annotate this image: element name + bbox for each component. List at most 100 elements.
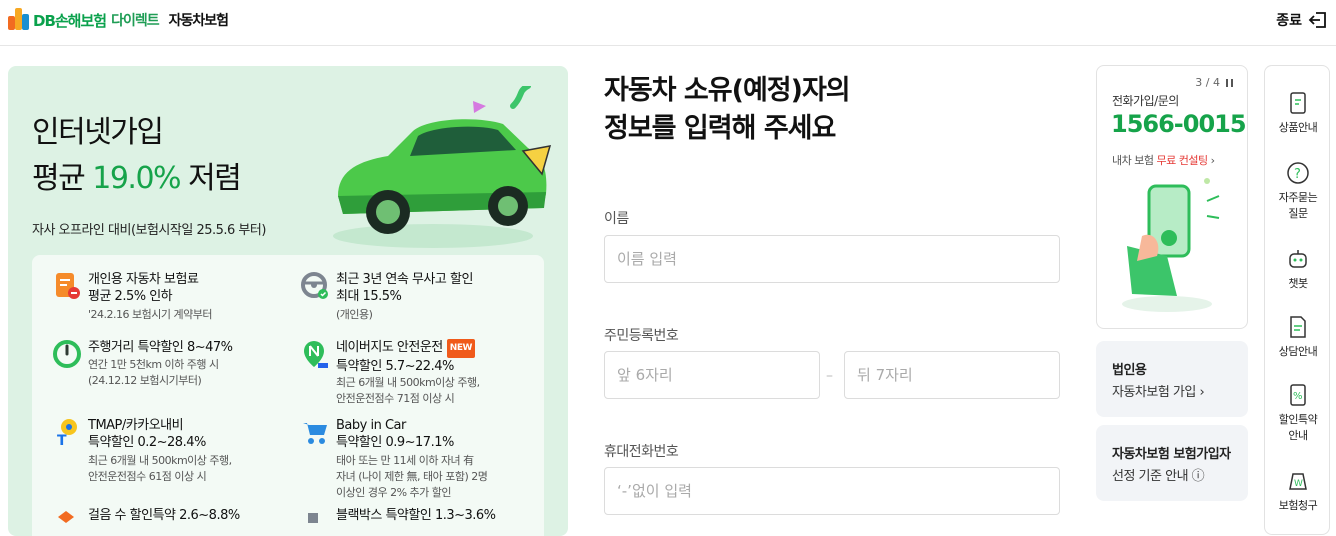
document-discount-icon — [56, 273, 80, 299]
consult-doc-icon — [1290, 316, 1306, 338]
benefit-desc: (개인용) — [336, 308, 373, 321]
rrn-back-input[interactable] — [844, 351, 1060, 399]
svg-text:?: ? — [1294, 167, 1301, 182]
nav-item-claim[interactable]: W 보험청구 — [1265, 468, 1331, 514]
chatbot-icon — [1289, 250, 1307, 268]
benefit-title-text: 네이버지도 안전운전 — [336, 340, 443, 355]
benefit-desc: 태아 또는 만 11세 이하 자녀 有 자녀 (나이 제한 無, 태아 포함) … — [336, 454, 488, 499]
call-label: 전화가입/문의 — [1112, 94, 1179, 108]
name-label: 이름 — [604, 211, 629, 227]
criteria-link[interactable]: 선정 기준 안내 ⓘ — [1112, 465, 1205, 484]
name-input[interactable] — [604, 235, 1060, 283]
promo-title-suffix: 저렴 — [188, 161, 242, 196]
benefit-item: Baby in Car 특약할인 0.9~17.1% 태아 또는 만 11세 이… — [300, 417, 540, 499]
claim-icon: W — [1289, 473, 1307, 490]
benefit-desc: 연간 1만 5천km 이하 주행 시 (24.12.12 보험시기부터) — [88, 358, 219, 387]
nav-label: 챗봇 — [1288, 277, 1308, 290]
benefit-title: 걸음 수 할인특약 2.6~8.8% — [88, 508, 240, 523]
benefit-title: Baby in Car 특약할인 0.9~17.1% — [336, 418, 454, 450]
promo-title-line1: 인터넷가입 — [32, 115, 164, 150]
nav-item-discount[interactable]: % 할인특약 안내 — [1265, 382, 1331, 444]
db-logo[interactable]: DB손해보험 다이렉트 자동차보험 — [8, 6, 229, 32]
exit-button[interactable]: 종료 — [1276, 10, 1328, 30]
svg-text:W: W — [1294, 479, 1303, 489]
benefit-title: TMAP/카카오내비 특약할인 0.2~28.4% — [88, 418, 206, 450]
benefit-title: 주행거리 특약할인 8~47% — [88, 340, 233, 355]
discount-icon: % — [1290, 384, 1306, 406]
criteria-info-box[interactable]: 자동차보험 보험가입자 선정 기준 안내 ⓘ — [1096, 425, 1248, 501]
svg-text:T: T — [57, 433, 67, 447]
phone-in-hand-illustration — [1122, 178, 1220, 312]
gauge-icon — [53, 340, 81, 368]
phone-inquiry-card: 3 / 4 전화가입/문의 1566-0015 내차 보험 무료 컨설팅 › — [1096, 65, 1248, 329]
form-title-line1: 자동차 소유(예정)자의 — [604, 75, 851, 106]
benefit-item: 블랙박스 특약할인 1.3~3.6% — [300, 507, 540, 536]
free-consulting-link[interactable]: 내차 보험 무료 컨설팅 › — [1112, 152, 1215, 168]
promo-discount-rate: 19.0% — [92, 161, 181, 196]
promo-panel: 인터넷가입 평균 19.0% 저렴 자사 오프라인 대비(보험시작일 25.5.… — [8, 66, 568, 536]
db-logo-icon — [8, 6, 30, 32]
pager-text: 3 / 4 — [1195, 76, 1220, 89]
promo-title: 인터넷가입 평균 19.0% 저렴 — [32, 110, 242, 202]
carousel-pager[interactable]: 3 / 4 — [1195, 76, 1233, 89]
benefit-item: 개인용 자동차 보험료 평균 2.5% 인하 '24.2.16 보험시기 계약부… — [52, 271, 292, 331]
nav-label: 상품안내 — [1278, 121, 1318, 134]
form-title-line2: 정보를 입력해 주세요 — [604, 113, 836, 144]
benefit-title: 최근 3년 연속 무사고 할인 최대 15.5% — [336, 272, 473, 304]
rrn-separator: – — [826, 368, 833, 384]
benefit-title: 개인용 자동차 보험료 평균 2.5% 인하 — [88, 272, 199, 304]
question-icon: ? — [1287, 162, 1309, 184]
walking-icon — [58, 511, 74, 523]
benefit-desc: 최근 6개월 내 500km이상 주행, 안전운전점수 71점 이상 시 — [336, 376, 480, 405]
new-badge: NEW — [446, 339, 475, 358]
benefit-title-text2: 특약할인 5.7~22.4% — [336, 359, 454, 374]
nav-label: 상담안내 — [1278, 345, 1318, 358]
corporate-heading: 법인용 — [1112, 363, 1147, 378]
nav-label: 할인특약 안내 — [1278, 413, 1318, 442]
promo-subtitle: 자사 오프라인 대비(보험시작일 25.5.6 부터) — [32, 223, 266, 238]
green-car-illustration — [333, 86, 552, 248]
criteria-heading: 자동차보험 보험가입자 — [1112, 447, 1231, 462]
top-header: DB손해보험 다이렉트 자동차보험 종료 — [0, 0, 1336, 46]
product-name: 자동차보험 — [168, 13, 229, 29]
product-guide-icon — [1290, 92, 1306, 114]
stroller-icon — [303, 423, 327, 444]
promo-title-line2: 평균 19.0% 저렴 — [32, 156, 242, 202]
benefit-title: 네이버지도 안전운전 NEW 특약할인 5.7~22.4% — [336, 339, 475, 375]
brand-name: DB손해보험 — [33, 11, 107, 30]
phone-input[interactable] — [604, 467, 1060, 515]
nav-label: 자주묻는 질문 — [1278, 191, 1318, 220]
benefit-title: 블랙박스 특약할인 1.3~3.6% — [336, 508, 496, 523]
benefit-item: 네이버지도 안전운전 NEW 특약할인 5.7~22.4% 최근 6개월 내 500… — [300, 339, 540, 407]
rrn-front-input[interactable] — [604, 351, 820, 399]
corporate-link[interactable]: 자동차보험 가입 › — [1112, 381, 1205, 400]
benefit-item: 최근 3년 연속 무사고 할인 최대 15.5% (개인용) — [300, 271, 540, 331]
chevron-right-icon: › — [1210, 154, 1215, 167]
naver-map-icon — [304, 341, 328, 368]
nav-label: 보험청구 — [1278, 499, 1318, 512]
benefit-desc: '24.2.16 보험시기 계약부터 — [88, 308, 212, 321]
exit-icon — [1308, 12, 1326, 28]
nav-item-faq[interactable]: ? 자주묻는 질문 — [1265, 160, 1331, 222]
benefit-desc: 최근 6개월 내 500km이상 주행, 안전운전점수 61점 이상 시 — [88, 454, 232, 483]
brand-direct: 다이렉트 — [111, 13, 160, 29]
nav-item-product-guide[interactable]: 상품안내 — [1265, 90, 1331, 136]
benefit-item: 주행거리 특약할인 8~47% 연간 1만 5천km 이하 주행 시 (24.1… — [52, 339, 292, 407]
dashcam-icon — [308, 513, 318, 523]
phone-label: 휴대전화번호 — [604, 444, 679, 460]
nav-item-consult[interactable]: 상담안내 — [1265, 314, 1331, 360]
form-title: 자동차 소유(예정)자의 정보를 입력해 주세요 — [604, 72, 851, 148]
nav-item-chatbot[interactable]: 챗봇 — [1265, 246, 1331, 292]
call-number[interactable]: 1566-0015 — [1111, 110, 1247, 138]
consult-highlight: 무료 컨설팅 — [1156, 154, 1208, 167]
svg-text:%: % — [1293, 391, 1303, 402]
pause-icon[interactable] — [1226, 78, 1233, 87]
corporate-signup-box[interactable]: 법인용 자동차보험 가입 › — [1096, 341, 1248, 417]
navigation-icon: T — [57, 419, 77, 447]
promo-title-prefix: 평균 — [32, 161, 86, 196]
benefit-item: 걸음 수 할인특약 2.6~8.8% — [52, 507, 292, 536]
benefits-panel: 개인용 자동차 보험료 평균 2.5% 인하 '24.2.16 보험시기 계약부… — [32, 255, 544, 536]
rrn-label: 주민등록번호 — [604, 328, 679, 344]
consult-prefix: 내차 보험 — [1112, 154, 1154, 167]
exit-label: 종료 — [1276, 13, 1302, 29]
